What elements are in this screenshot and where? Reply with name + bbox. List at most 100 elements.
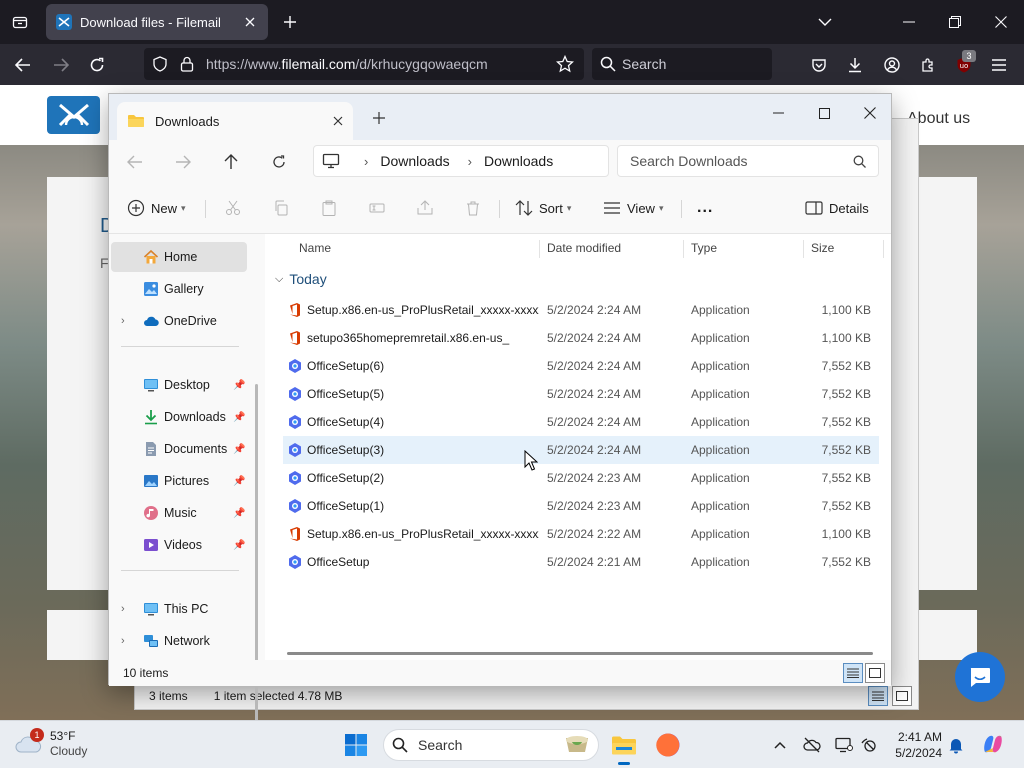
delete-button[interactable] <box>461 196 485 220</box>
browser-search-bar[interactable]: Search <box>592 48 772 80</box>
browser-restore-button[interactable] <box>940 8 970 36</box>
back-button[interactable] <box>10 52 36 78</box>
browser-tab-filemail[interactable]: Download files - Filemail <box>46 4 268 40</box>
close-icon[interactable] <box>333 116 343 126</box>
taskbar-firefox[interactable] <box>652 729 684 761</box>
column-divider[interactable] <box>539 240 540 258</box>
explorer-search-input[interactable]: Search Downloads <box>617 145 879 177</box>
app-menu-button[interactable] <box>986 52 1012 78</box>
weather-widget[interactable]: 1 53°F Cloudy <box>14 728 87 759</box>
chat-support-button[interactable] <box>955 652 1005 702</box>
table-row[interactable]: OfficeSetup(1) 5/2/2024 2:23 AM Applicatio… <box>283 492 879 520</box>
browser-close-button[interactable] <box>986 8 1016 36</box>
sidebar-item-pictures[interactable]: Pictures 📌 <box>111 466 247 496</box>
table-row[interactable]: OfficeSetup(5) 5/2/2024 2:24 AM Applicatio… <box>283 380 879 408</box>
table-row[interactable]: OfficeSetup(3) 5/2/2024 2:24 AM Applicatio… <box>283 436 879 464</box>
chevron-right-icon[interactable]: › <box>121 603 125 615</box>
column-header-size[interactable]: Size <box>811 234 834 262</box>
url-bar[interactable]: https://www.filemail.com/d/krhucygqowaeq… <box>144 48 584 80</box>
column-header-type[interactable]: Type <box>691 234 717 262</box>
start-button[interactable] <box>344 733 368 757</box>
tray-volume-status[interactable] <box>860 735 880 755</box>
list-all-tabs-button[interactable] <box>810 8 840 36</box>
sidebar-item-gallery[interactable]: Gallery <box>111 274 247 304</box>
table-row[interactable]: OfficeSetup 5/2/2024 2:21 AM Application 7,… <box>283 548 879 576</box>
share-button[interactable] <box>413 196 437 220</box>
tab-list-button[interactable] <box>6 10 34 34</box>
explorer-refresh-button[interactable] <box>267 150 291 174</box>
new-tab-button[interactable] <box>278 10 302 34</box>
details-pane-button[interactable]: Details <box>805 196 869 220</box>
sidebar-item-desktop[interactable]: Desktop 📌 <box>111 370 247 400</box>
explorer-forward-button[interactable] <box>171 150 195 174</box>
explorer-new-tab-button[interactable] <box>369 108 389 128</box>
group-header-today[interactable]: ⌵ Today <box>275 268 327 290</box>
horizontal-scrollbar[interactable] <box>287 652 873 655</box>
breadcrumb-item[interactable]: Downloads <box>380 153 449 169</box>
sidebar-scrollbar[interactable] <box>255 384 258 754</box>
forward-button[interactable] <box>48 52 74 78</box>
sort-button[interactable]: Sort ▾ <box>515 196 571 220</box>
breadcrumb-item[interactable]: Downloads <box>484 153 553 169</box>
sidebar-item-network[interactable]: › Network <box>111 626 247 656</box>
tray-overflow-button[interactable] <box>770 735 790 755</box>
more-options-button[interactable]: ... <box>697 196 713 220</box>
column-header-date[interactable]: Date modified <box>547 234 621 262</box>
explorer-up-button[interactable] <box>219 150 243 174</box>
tray-display-settings[interactable] <box>834 735 854 755</box>
explorer-close-button[interactable] <box>855 100 885 126</box>
sidebar-item-music[interactable]: Music 📌 <box>111 498 247 528</box>
sidebar-item-downloads[interactable]: Downloads 📌 <box>111 402 247 432</box>
sidebar-item-documents[interactable]: Documents 📌 <box>111 434 247 464</box>
rename-button[interactable] <box>365 196 389 220</box>
sidebar-item-home[interactable]: Home <box>111 242 247 272</box>
sidebar-item-onedrive[interactable]: › OneDrive <box>111 306 247 336</box>
explorer-minimize-button[interactable] <box>763 100 793 126</box>
column-header-name[interactable]: Name <box>299 234 331 262</box>
taskbar-search-box[interactable]: Search <box>383 729 599 761</box>
tray-network-status[interactable] <box>802 735 822 755</box>
table-row[interactable]: OfficeSetup(4) 5/2/2024 2:24 AM Applicatio… <box>283 408 879 436</box>
column-divider[interactable] <box>883 240 884 258</box>
star-icon[interactable] <box>556 55 574 73</box>
copilot-button[interactable] <box>980 731 1006 757</box>
notifications-button[interactable] <box>946 735 966 755</box>
system-clock[interactable]: 2:41 AM 5/2/2024 <box>890 729 942 761</box>
pocket-button[interactable] <box>806 52 832 78</box>
office-setup-icon <box>289 471 301 485</box>
tab-close-icon[interactable] <box>242 14 258 30</box>
chevron-right-icon[interactable]: › <box>121 315 125 327</box>
view-button[interactable]: View ▾ <box>603 196 663 220</box>
filemail-logo[interactable] <box>47 96 100 134</box>
extensions-button[interactable] <box>915 52 941 78</box>
table-row[interactable]: OfficeSetup(2) 5/2/2024 2:23 AM Applicatio… <box>283 464 879 492</box>
tiles-view-button[interactable] <box>865 663 885 683</box>
table-row[interactable]: Setup.x86.en-us_ProPlusRetail_xxxxx-xxxx… <box>283 520 879 548</box>
table-row[interactable]: Setup.x86.en-us_ProPlusRetail_xxxxx-xxxx… <box>283 296 879 324</box>
chevron-up-icon <box>774 741 786 749</box>
taskbar-file-explorer[interactable] <box>608 729 640 765</box>
cut-button[interactable] <box>221 196 245 220</box>
details-view-button[interactable] <box>843 663 863 683</box>
explorer-back-button[interactable] <box>123 150 147 174</box>
downloads-button[interactable] <box>842 52 868 78</box>
paste-button[interactable] <box>317 196 341 220</box>
browser-minimize-button[interactable] <box>894 8 924 36</box>
table-row[interactable]: OfficeSetup(6) 5/2/2024 2:24 AM Applicatio… <box>283 352 879 380</box>
column-divider[interactable] <box>683 240 684 258</box>
reload-button[interactable] <box>84 52 110 78</box>
details-view-button[interactable] <box>868 686 888 706</box>
new-button[interactable]: New ▾ <box>127 196 186 220</box>
sidebar-item-this-pc[interactable]: › This PC <box>111 594 247 624</box>
chevron-down-icon: ▾ <box>181 202 186 213</box>
sidebar-item-videos[interactable]: Videos 📌 <box>111 530 247 560</box>
table-row[interactable]: setupo365homepremretail.x86.en-us_ 5/2/20… <box>283 324 879 352</box>
explorer-maximize-button[interactable] <box>809 100 839 126</box>
explorer-tab-downloads[interactable]: Downloads <box>117 102 353 140</box>
chevron-right-icon[interactable]: › <box>121 635 125 647</box>
tiles-view-button[interactable] <box>892 686 912 706</box>
account-button[interactable] <box>879 52 905 78</box>
breadcrumb[interactable]: › Downloads › Downloads <box>313 145 609 177</box>
column-divider[interactable] <box>803 240 804 258</box>
copy-button[interactable] <box>269 196 293 220</box>
